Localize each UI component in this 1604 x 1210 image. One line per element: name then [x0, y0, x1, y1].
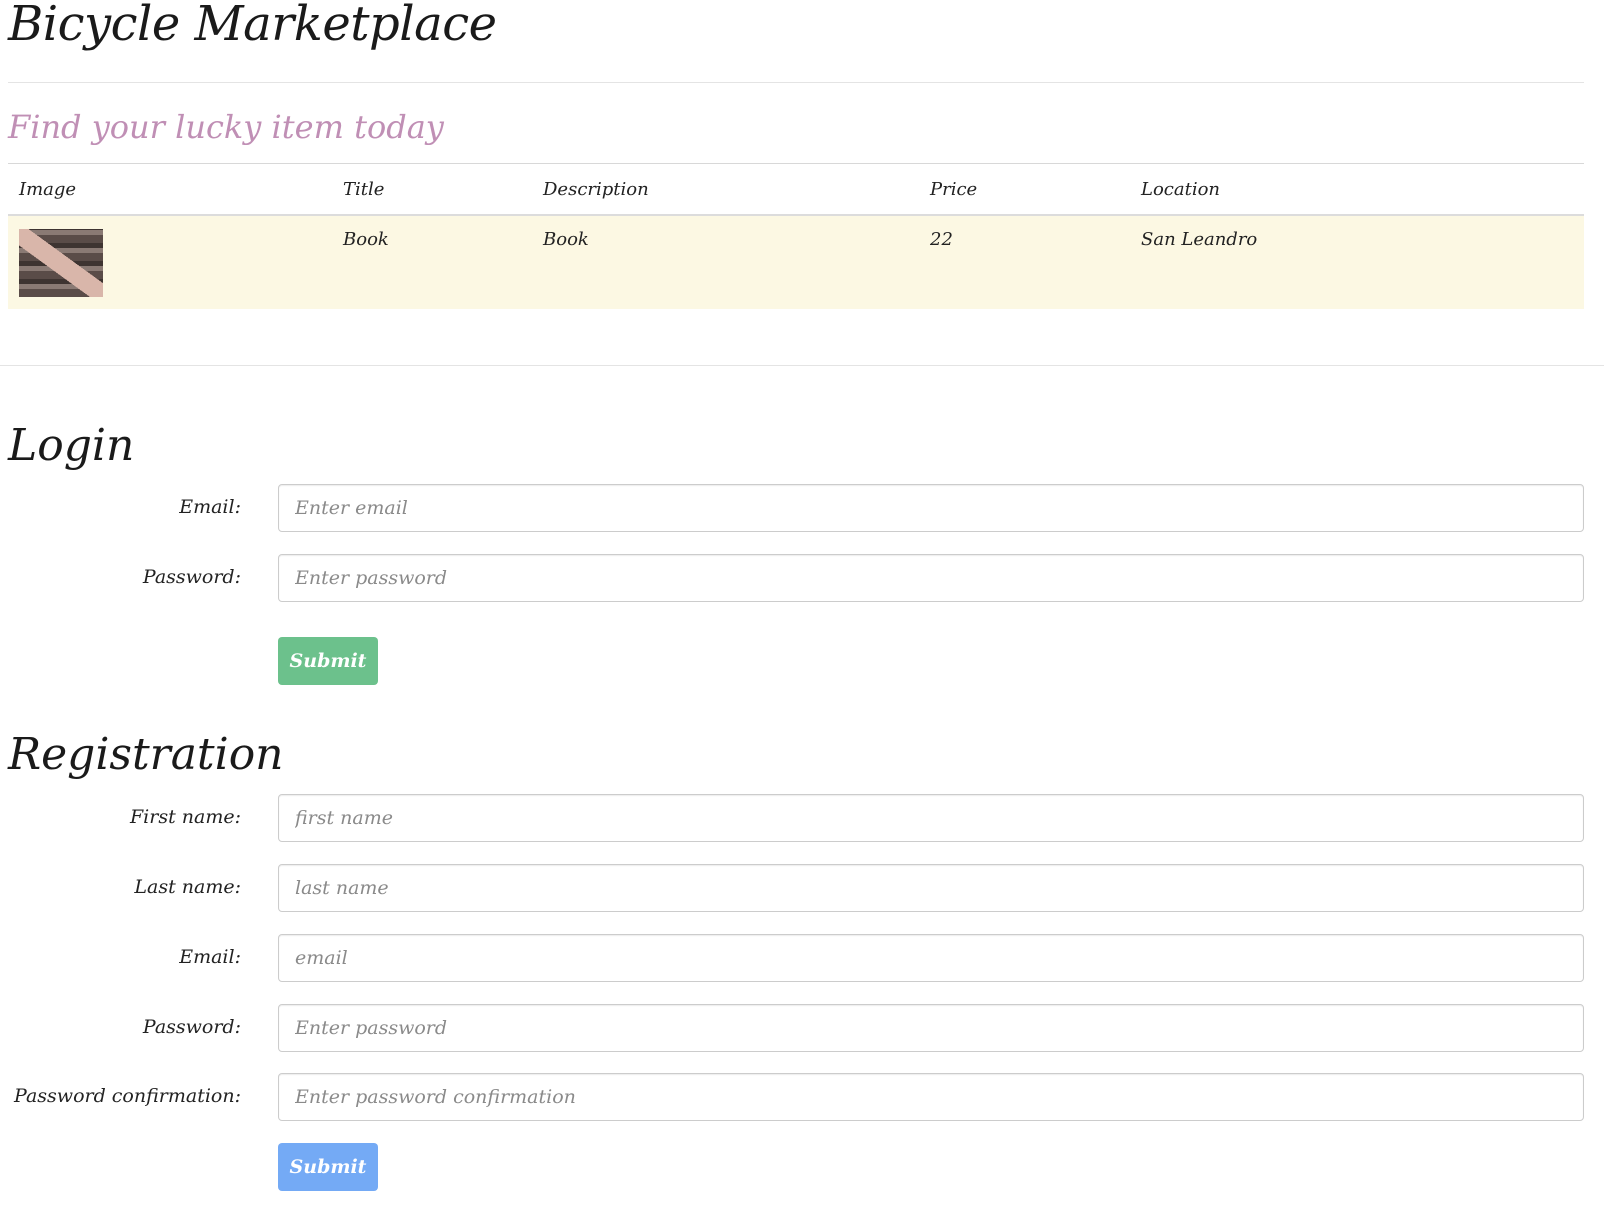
item-thumbnail-image[interactable]	[19, 229, 103, 297]
login-email-label: Email:	[179, 496, 241, 518]
registration-email-row: Email:	[8, 934, 1584, 984]
registration-password-row: Password:	[8, 1004, 1584, 1054]
site-title: Bicycle Marketplace	[8, 0, 497, 52]
column-header-price: Price	[919, 163, 1130, 216]
listing-tagline: Find your lucky item today	[8, 108, 444, 146]
registration-email-input[interactable]	[278, 934, 1584, 982]
first-name-input[interactable]	[278, 794, 1584, 842]
item-location: San Leandro	[1130, 215, 1584, 309]
registration-password-input[interactable]	[278, 1004, 1584, 1052]
login-heading: Login	[8, 420, 135, 471]
item-image-cell	[8, 215, 332, 309]
column-header-description: Description	[532, 163, 919, 216]
password-confirmation-input[interactable]	[278, 1073, 1584, 1121]
item-title: Book	[332, 215, 532, 309]
column-header-image: Image	[8, 163, 332, 216]
table-header-row: Image Title Description Price Location	[8, 163, 1584, 216]
registration-submit-button[interactable]: Submit	[278, 1143, 378, 1191]
item-description: Book	[532, 215, 919, 309]
login-password-label: Password:	[142, 566, 241, 588]
login-email-row: Email:	[8, 484, 1584, 534]
registration-heading: Registration	[8, 729, 284, 780]
password-confirmation-label: Password confirmation:	[14, 1085, 241, 1107]
section-divider	[0, 365, 1604, 366]
registration-password-label: Password:	[142, 1016, 241, 1038]
table-row[interactable]: Book Book 22 San Leandro	[8, 215, 1584, 309]
login-submit-button[interactable]: Submit	[278, 637, 378, 685]
header-divider	[8, 82, 1584, 83]
login-password-input[interactable]	[278, 554, 1584, 602]
column-header-location: Location	[1130, 163, 1584, 216]
listings-table: Image Title Description Price Location B…	[8, 163, 1584, 309]
registration-last-name-row: Last name:	[8, 864, 1584, 914]
registration-password-confirmation-row: Password confirmation:	[8, 1073, 1584, 1123]
column-header-title: Title	[332, 163, 532, 216]
last-name-input[interactable]	[278, 864, 1584, 912]
registration-email-label: Email:	[179, 946, 241, 968]
registration-first-name-row: First name:	[8, 794, 1584, 844]
last-name-label: Last name:	[134, 876, 241, 898]
login-email-input[interactable]	[278, 484, 1584, 532]
first-name-label: First name:	[130, 806, 241, 828]
login-password-row: Password:	[8, 554, 1584, 604]
item-price: 22	[919, 215, 1130, 309]
